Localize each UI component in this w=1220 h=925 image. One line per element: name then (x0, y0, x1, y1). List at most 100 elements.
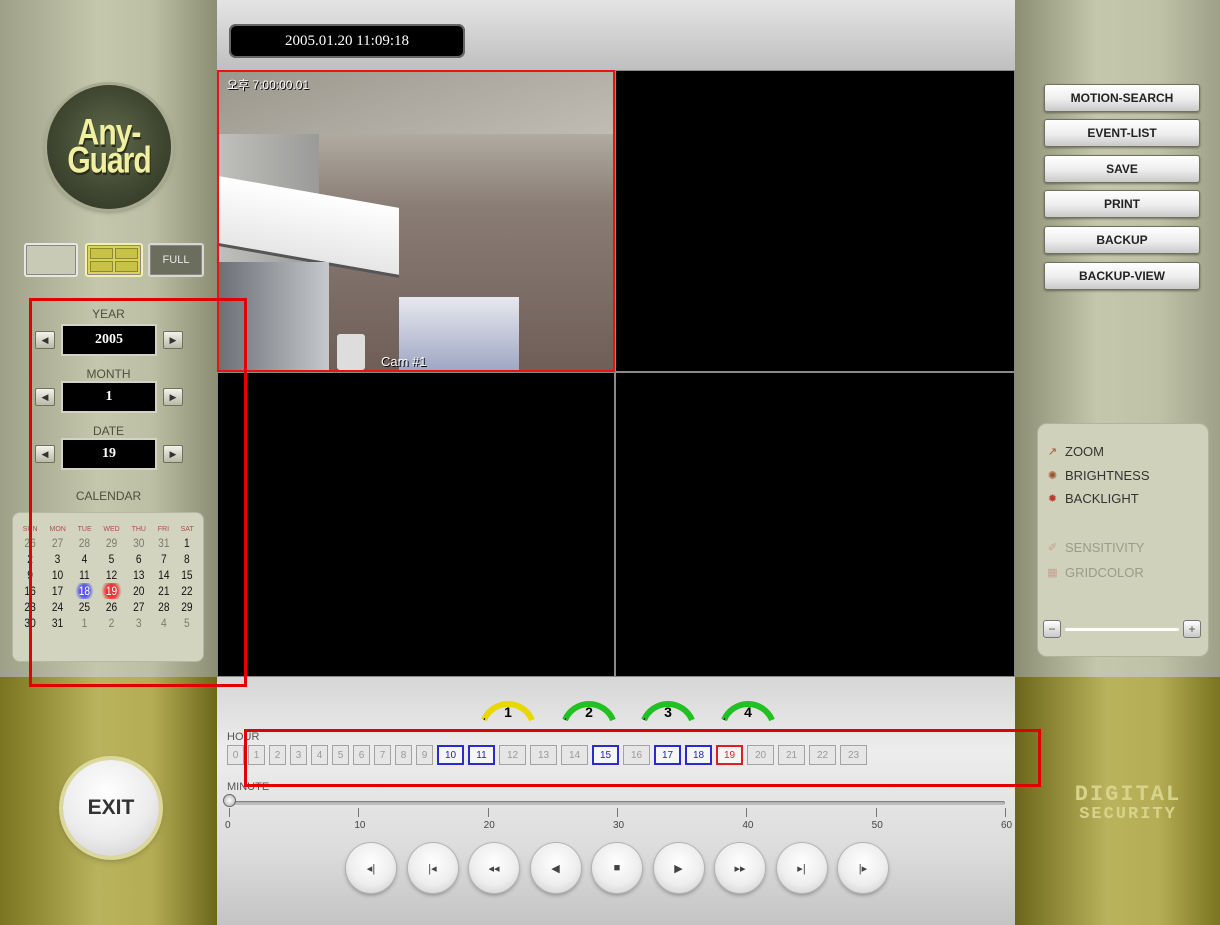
calendar-day[interactable]: 11 (74, 567, 95, 583)
calendar-day[interactable]: 25 (74, 599, 95, 615)
calendar-day[interactable]: 22 (177, 583, 197, 599)
calendar-day[interactable]: 14 (153, 567, 173, 583)
adjust-slider[interactable] (1065, 628, 1179, 631)
camera-select-2[interactable]: 2 (559, 690, 619, 726)
hour-button[interactable]: 2 (269, 745, 286, 765)
save-button[interactable]: SAVE (1044, 155, 1200, 183)
calendar-day[interactable]: 19 (99, 583, 124, 599)
brightness-option[interactable]: ✺ BRIGHTNESS (1046, 468, 1150, 483)
calendar-day[interactable]: 24 (45, 599, 70, 615)
hour-button[interactable]: 17 (654, 745, 681, 765)
print-button[interactable]: PRINT (1044, 190, 1200, 218)
calendar-day[interactable]: 28 (153, 599, 173, 615)
hour-button[interactable]: 1 (248, 745, 265, 765)
decrease-button[interactable]: − (1043, 620, 1061, 638)
increase-button[interactable]: + (1183, 620, 1201, 638)
hour-button[interactable]: 20 (747, 745, 774, 765)
hour-button[interactable]: 4 (311, 745, 328, 765)
calendar-day[interactable]: 16 (19, 583, 41, 599)
calendar-day[interactable]: 29 (99, 535, 124, 551)
calendar-day[interactable]: 20 (128, 583, 150, 599)
fast-forward-button[interactable]: ▸▸ (715, 843, 765, 893)
camera-view-1[interactable]: 오후 7:00:00.01 Cam #1 (217, 70, 615, 372)
hour-button[interactable]: 0 (227, 745, 244, 765)
camera-view-4[interactable] (615, 372, 1015, 677)
calendar-day[interactable]: 3 (128, 615, 150, 631)
calendar-day[interactable]: 18 (74, 583, 96, 599)
calendar-day[interactable]: 31 (153, 535, 173, 551)
hour-button[interactable]: 8 (395, 745, 412, 765)
single-view-button[interactable] (24, 243, 78, 277)
event-list-button[interactable]: EVENT-LIST (1044, 119, 1200, 147)
hour-button[interactable]: 22 (809, 745, 836, 765)
hour-button[interactable]: 5 (332, 745, 349, 765)
calendar-day[interactable]: 10 (45, 567, 70, 583)
date-prev-button[interactable]: ◀ (35, 445, 55, 463)
go-start-button[interactable]: |◂ (407, 843, 458, 893)
year-prev-button[interactable]: ◀ (35, 331, 55, 349)
calendar-day[interactable]: 27 (45, 535, 70, 551)
hour-button[interactable]: 10 (437, 745, 464, 765)
fast-rewind-button[interactable]: ◂◂ (469, 843, 519, 893)
hour-button[interactable]: 15 (592, 745, 619, 765)
calendar-day[interactable]: 15 (177, 567, 197, 583)
hour-button[interactable]: 3 (290, 745, 307, 765)
motion-search-button[interactable]: MOTION-SEARCH (1044, 84, 1200, 112)
hour-button[interactable]: 14 (561, 745, 588, 765)
calendar-day[interactable]: 21 (153, 583, 173, 599)
go-end-button[interactable]: ▸| (776, 843, 827, 893)
calendar-day[interactable]: 17 (45, 583, 70, 599)
calendar-day[interactable]: 8 (177, 551, 197, 567)
calendar-day[interactable]: 7 (153, 551, 173, 567)
play-button[interactable]: ▶ (653, 843, 704, 893)
stop-button[interactable]: ■ (592, 843, 642, 893)
hour-button[interactable]: 13 (530, 745, 557, 765)
calendar-day[interactable]: 23 (19, 599, 41, 615)
backlight-option[interactable]: ✹ BACKLIGHT (1046, 491, 1139, 506)
calendar-day[interactable]: 27 (128, 599, 150, 615)
calendar-day[interactable]: 5 (177, 615, 197, 631)
calendar-day[interactable]: 4 (74, 551, 95, 567)
calendar-day[interactable]: 28 (74, 535, 95, 551)
calendar-day[interactable]: 26 (19, 535, 41, 551)
camera-view-3[interactable] (217, 372, 615, 677)
backup-button[interactable]: BACKUP (1044, 226, 1200, 254)
step-back-button[interactable]: ◂| (346, 843, 396, 893)
camera-select-3[interactable]: 3 (638, 690, 698, 726)
calendar-day[interactable]: 29 (177, 599, 197, 615)
hour-button[interactable]: 11 (468, 745, 495, 765)
backup-view-button[interactable]: BACKUP-VIEW (1044, 262, 1200, 290)
hour-button[interactable]: 12 (499, 745, 526, 765)
minute-slider-knob[interactable] (223, 794, 236, 807)
camera-select-4[interactable]: 4 (718, 690, 778, 726)
calendar-day[interactable]: 1 (177, 535, 197, 551)
hour-button[interactable]: 21 (778, 745, 805, 765)
exit-button[interactable]: EXIT (63, 760, 159, 856)
full-view-button[interactable]: FULL (148, 243, 204, 277)
calendar-day[interactable]: 30 (128, 535, 150, 551)
calendar-day[interactable]: 30 (19, 615, 41, 631)
calendar-day[interactable]: 26 (99, 599, 124, 615)
zoom-option[interactable]: ↗ ZOOM (1046, 444, 1104, 459)
calendar-day[interactable]: 12 (99, 567, 124, 583)
calendar-day[interactable]: 5 (99, 551, 124, 567)
hour-button[interactable]: 18 (685, 745, 712, 765)
calendar-day[interactable]: 13 (128, 567, 150, 583)
camera-view-2[interactable] (615, 70, 1015, 372)
calendar-day[interactable]: 3 (45, 551, 70, 567)
calendar-day[interactable]: 2 (19, 551, 41, 567)
month-next-button[interactable]: ▶ (163, 388, 183, 406)
step-forward-button[interactable]: |▸ (838, 843, 888, 893)
reverse-play-button[interactable]: ◀ (530, 843, 581, 893)
calendar-day[interactable]: 6 (128, 551, 150, 567)
hour-button[interactable]: 19 (716, 745, 743, 765)
hour-button[interactable]: 7 (374, 745, 391, 765)
hour-button[interactable]: 23 (840, 745, 867, 765)
calendar-day[interactable]: 2 (99, 615, 124, 631)
minute-slider-track[interactable] (229, 801, 1005, 805)
calendar-day[interactable]: 31 (45, 615, 70, 631)
calendar-day[interactable]: 1 (74, 615, 95, 631)
calendar-day[interactable]: 9 (19, 567, 41, 583)
month-prev-button[interactable]: ◀ (35, 388, 55, 406)
camera-select-1[interactable]: 1 (478, 690, 538, 726)
